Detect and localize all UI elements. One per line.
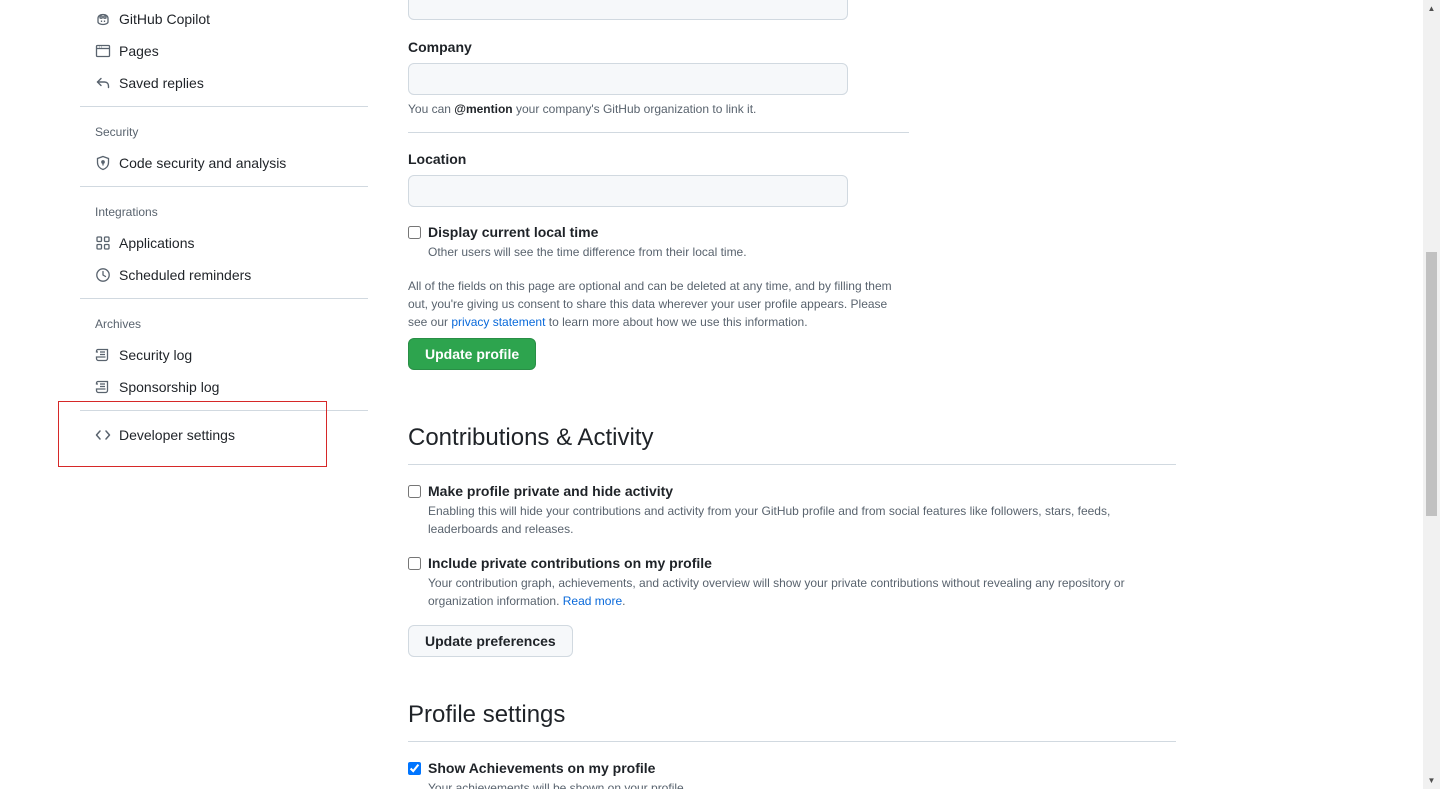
private-contributions-checkbox[interactable] (408, 557, 421, 570)
show-achievements-label: Show Achievements on my profile (428, 760, 656, 776)
log-icon (95, 379, 111, 395)
sidebar-divider (80, 106, 368, 107)
sidebar-section-title-integrations: Integrations (95, 205, 158, 219)
sidebar-item-saved-replies[interactable]: Saved replies (80, 67, 368, 99)
consent-text: All of the fields on this page are optio… (408, 279, 892, 329)
sidebar-item-scheduled-reminders[interactable]: Scheduled reminders (80, 259, 368, 291)
local-time-description: Other users will see the time difference… (428, 245, 747, 259)
local-time-checkbox[interactable] (408, 226, 421, 239)
sidebar-item-code-security[interactable]: Code security and analysis (80, 147, 368, 179)
company-input[interactable] (408, 63, 848, 95)
sidebar-divider (80, 298, 368, 299)
sidebar-item-label: Scheduled reminders (119, 267, 252, 283)
apps-icon (95, 235, 111, 251)
sidebar-section-title-security: Security (95, 125, 139, 139)
shield-icon (95, 155, 111, 171)
profile-settings-heading: Profile settings (408, 701, 566, 728)
sidebar-item-github-copilot[interactable]: GitHub Copilot (80, 3, 368, 35)
sidebar-item-sponsorship-log[interactable]: Sponsorship log (80, 371, 368, 403)
scroll-down-arrow-icon[interactable]: ▼ (1423, 772, 1440, 789)
location-input[interactable] (408, 175, 848, 207)
sidebar-item-label: Pages (119, 43, 159, 59)
private-profile-label: Make profile private and hide activity (428, 483, 674, 499)
scroll-up-arrow-icon[interactable]: ▲ (1423, 0, 1440, 17)
sidebar-item-security-log[interactable]: Security log (80, 339, 368, 371)
private-profile-description: Enabling this will hide your contributio… (428, 504, 1111, 536)
sidebar-item-applications[interactable]: Applications (80, 227, 368, 259)
log-icon (95, 347, 111, 363)
show-achievements-description: Your achievements will be shown on your … (428, 781, 688, 789)
reply-icon (95, 75, 111, 91)
sidebar-section-title-archives: Archives (95, 317, 142, 331)
sidebar-divider (80, 186, 368, 187)
update-preferences-button[interactable]: Update preferences (408, 625, 573, 657)
local-time-label: Display current local time (428, 224, 599, 240)
sidebar-item-label: Saved replies (119, 75, 204, 91)
copilot-icon (95, 11, 111, 27)
company-hint: You can @mention your company's GitHub o… (408, 102, 757, 116)
section-divider (408, 464, 1176, 465)
sidebar-item-label: Sponsorship log (119, 379, 220, 395)
location-label: Location (408, 151, 467, 167)
sidebar-item-pages[interactable]: Pages (80, 35, 368, 67)
clock-icon (95, 267, 111, 283)
private-contributions-description: Your contribution graph, achievements, a… (428, 576, 1125, 608)
settings-page: GitHub Copilot Pages Saved replies Secur… (0, 0, 1440, 789)
scroll-thumb[interactable] (1426, 252, 1437, 516)
form-divider (408, 132, 909, 133)
show-achievements-checkbox[interactable] (408, 762, 421, 775)
sidebar-item-label: Security log (119, 347, 193, 363)
sidebar-item-label: Code security and analysis (119, 155, 287, 171)
mention-text: @mention (454, 102, 513, 116)
privacy-statement-link[interactable]: privacy statement (451, 315, 545, 329)
page-scrollbar[interactable]: ▲ ▼ (1423, 0, 1440, 789)
read-more-link[interactable]: Read more (563, 594, 622, 608)
previous-field-input[interactable] (408, 0, 848, 20)
highlight-annotation-box (58, 401, 327, 467)
private-contributions-label: Include private contributions on my prof… (428, 555, 712, 571)
sidebar-item-label: Applications (119, 235, 195, 251)
sidebar-item-label: GitHub Copilot (119, 11, 211, 27)
contributions-heading: Contributions & Activity (408, 424, 654, 451)
section-divider (408, 741, 1176, 742)
private-profile-checkbox[interactable] (408, 485, 421, 498)
update-profile-button[interactable]: Update profile (408, 338, 537, 370)
browser-icon (95, 43, 111, 59)
company-label: Company (408, 39, 472, 55)
